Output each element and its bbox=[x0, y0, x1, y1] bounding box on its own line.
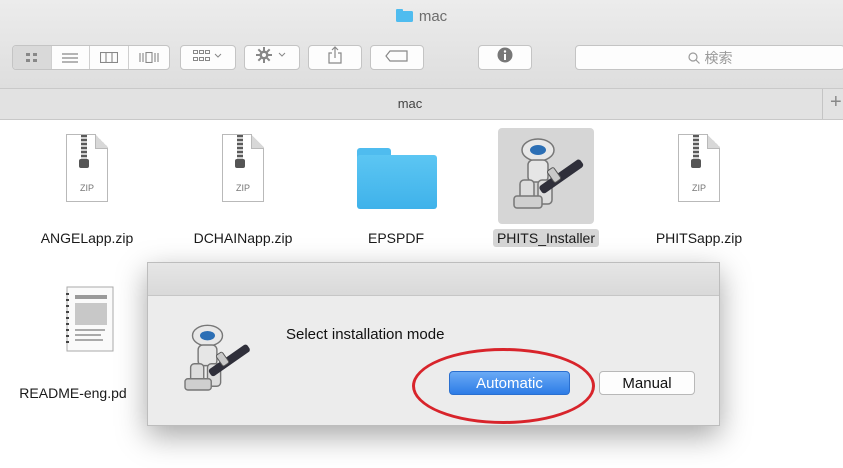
tab-divider bbox=[822, 89, 823, 119]
info-icon bbox=[497, 47, 513, 68]
search-placeholder: 検索 bbox=[704, 49, 733, 66]
file-name: PHITSapp.zip bbox=[655, 230, 743, 246]
zip-file-icon: ZIP bbox=[651, 128, 747, 224]
share-button[interactable] bbox=[308, 45, 362, 70]
file-item[interactable]: EPSPDF bbox=[331, 128, 461, 248]
window-title-text: mac bbox=[418, 8, 448, 25]
file-item-selected[interactable]: PHITS_Installer bbox=[481, 128, 611, 248]
file-name: EPSPDF bbox=[367, 230, 424, 246]
installation-mode-dialog: Select installation mode Automatic Manua… bbox=[147, 262, 720, 426]
folder-icon bbox=[348, 128, 444, 224]
file-name: DCHAINapp.zip bbox=[193, 230, 293, 246]
column-view-icon[interactable] bbox=[90, 46, 129, 69]
share-icon bbox=[328, 46, 342, 69]
folder-icon bbox=[395, 9, 413, 22]
coverflow-view-icon[interactable] bbox=[129, 46, 169, 69]
tab-mac[interactable]: mac bbox=[0, 96, 820, 111]
info-button[interactable] bbox=[478, 45, 532, 70]
gear-icon bbox=[256, 47, 288, 68]
file-name: ANGELapp.zip bbox=[40, 230, 134, 246]
finder-toolbar: mac 検索 bbox=[0, 0, 843, 89]
file-item[interactable]: ZIP DCHAINapp.zip bbox=[178, 128, 308, 248]
tab-bar: mac + bbox=[0, 89, 843, 120]
file-item[interactable]: README-eng.pd bbox=[19, 283, 152, 403]
pdf-document-icon bbox=[39, 283, 135, 379]
search-input[interactable]: 検索 bbox=[575, 45, 843, 70]
dialog-message: Select installation mode bbox=[286, 326, 445, 343]
file-item[interactable]: ZIP PHITSapp.zip bbox=[634, 128, 764, 248]
manual-button[interactable]: Manual bbox=[599, 371, 695, 395]
window-title: mac bbox=[0, 8, 843, 25]
dialog-title-bar bbox=[148, 263, 719, 296]
action-button[interactable] bbox=[244, 45, 300, 70]
arrange-button[interactable] bbox=[180, 45, 236, 70]
tag-button[interactable] bbox=[370, 45, 424, 70]
automator-robot-icon bbox=[498, 128, 594, 224]
file-item[interactable]: ZIP ANGELapp.zip bbox=[22, 128, 152, 248]
zip-file-icon: ZIP bbox=[195, 128, 291, 224]
file-name: PHITS_Installer bbox=[492, 229, 600, 247]
tag-icon bbox=[385, 49, 409, 67]
arrange-icon bbox=[193, 49, 223, 67]
zip-file-icon: ZIP bbox=[39, 128, 135, 224]
icon-view-icon[interactable] bbox=[13, 46, 52, 69]
automatic-button[interactable]: Automatic bbox=[449, 371, 570, 395]
file-name: README-eng.pd bbox=[19, 385, 127, 401]
list-view-icon[interactable] bbox=[52, 46, 91, 69]
automator-robot-icon bbox=[170, 315, 260, 405]
add-tab-button[interactable]: + bbox=[830, 91, 842, 114]
search-icon bbox=[687, 51, 700, 64]
view-mode-group bbox=[12, 45, 170, 70]
